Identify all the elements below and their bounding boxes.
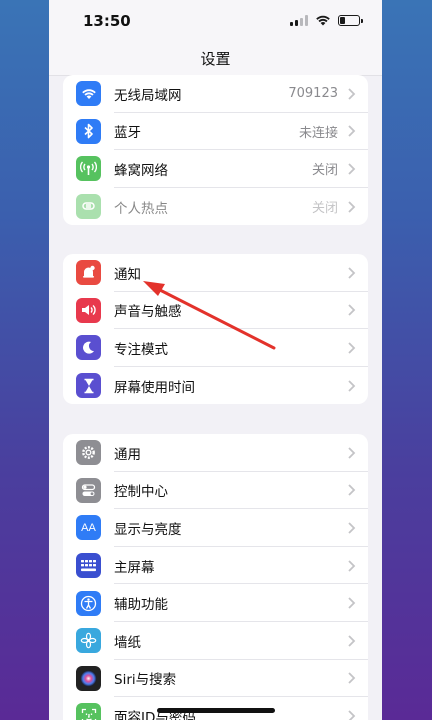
chevron-right-icon	[348, 304, 356, 317]
settings-row-label: 辅助功能	[114, 597, 168, 614]
settings-row-value: 709123	[288, 86, 338, 102]
cellular-icon	[76, 156, 101, 182]
settings-row-label: 屏幕使用时间	[114, 379, 195, 396]
settings-row-screen-time[interactable]: 屏幕使用时间	[63, 367, 368, 405]
wifi-status-icon	[316, 15, 330, 26]
flower-icon	[76, 628, 101, 654]
settings-row-label: 个人热点	[114, 200, 168, 217]
chevron-right-icon	[348, 559, 356, 572]
settings-row-label: 主屏幕	[114, 559, 155, 576]
status-time: 13:50	[83, 12, 131, 30]
speaker-icon	[76, 297, 101, 323]
chevron-right-icon	[348, 342, 356, 354]
settings-row-label: 无线局域网	[114, 87, 182, 104]
settings-row-value: 关闭	[311, 163, 338, 179]
settings-row-sounds[interactable]: 声音与触感	[63, 292, 368, 330]
settings-row-label: 显示与亮度	[114, 521, 182, 538]
chevron-right-icon	[348, 597, 356, 609]
settings-row-label: 蜂窝网络	[114, 162, 168, 179]
accessibility-icon	[76, 590, 101, 616]
chevron-right-icon	[348, 522, 356, 534]
chevron-right-icon	[348, 447, 356, 459]
settings-row-label: 墙纸	[114, 634, 141, 651]
settings-row-notifications[interactable]: 通知	[63, 254, 368, 292]
settings-row-siri[interactable]: Siri与搜索	[63, 660, 368, 698]
settings-row-home-screen[interactable]: 主屏幕	[63, 547, 368, 585]
home-indicator[interactable]	[157, 708, 275, 713]
settings-row-control-center[interactable]: 控制中心	[63, 472, 368, 510]
grid-icon	[76, 553, 101, 579]
settings-row-bluetooth[interactable]: 蓝牙 未连接	[63, 113, 368, 151]
faceid-icon	[76, 703, 101, 720]
status-icons	[290, 14, 363, 26]
chevron-right-icon	[348, 672, 356, 684]
settings-row-wallpaper[interactable]: 墙纸	[63, 622, 368, 660]
connectivity-group: 无线局域网 709123 蓝牙 未连接 蜂窝网络 关闭 个人热点 关闭	[63, 75, 368, 226]
chevron-right-icon	[348, 163, 356, 175]
status-bar: 13:50	[49, 0, 382, 44]
settings-row-accessibility[interactable]: 辅助功能	[63, 584, 368, 622]
moon-icon	[76, 335, 101, 361]
chevron-right-icon	[348, 88, 356, 100]
settings-row-hotspot[interactable]: 个人热点 关闭	[63, 188, 368, 226]
gear-icon	[76, 440, 101, 466]
chevron-right-icon	[348, 200, 356, 213]
chevron-right-icon	[348, 484, 356, 497]
settings-row-label: 专注模式	[114, 341, 168, 358]
settings-row-cellular[interactable]: 蜂窝网络 关闭	[63, 150, 368, 188]
settings-row-label: 通知	[114, 266, 141, 283]
settings-row-value: 关闭	[311, 201, 338, 217]
settings-row-value: 未连接	[298, 125, 338, 141]
settings-row-focus[interactable]: 专注模式	[63, 329, 368, 367]
settings-row-wifi[interactable]: 无线局域网 709123	[63, 75, 368, 113]
wifi-icon	[76, 81, 101, 107]
nav-bar: 设置	[49, 44, 382, 76]
chevron-right-icon	[348, 125, 356, 138]
settings-row-label: 蓝牙	[114, 125, 141, 142]
aa-icon: AA	[76, 515, 101, 541]
notification-icon	[76, 260, 101, 286]
settings-row-display[interactable]: AA 显示与亮度	[63, 509, 368, 547]
general-group: 通用 控制中心 AA 显示与亮度 主屏幕 辅助功能 墙纸 Siri与搜索 面容I…	[63, 434, 368, 720]
settings-row-general[interactable]: 通用	[63, 434, 368, 472]
chevron-right-icon	[348, 635, 356, 647]
settings-row-label: 通用	[114, 446, 141, 463]
battery-icon	[338, 14, 363, 26]
settings-screen: 13:50 设置 无线局域网 709123 蓝牙 未连接 蜂窝网络 关闭 个人热…	[49, 0, 382, 720]
hotspot-icon	[76, 194, 101, 220]
settings-row-label: 声音与触感	[114, 304, 182, 321]
chevron-right-icon	[348, 267, 356, 279]
cellular-signal-icon	[290, 14, 308, 26]
chevron-right-icon	[348, 710, 356, 720]
toggle-icon	[76, 477, 101, 503]
hourglass-icon	[76, 373, 101, 399]
chevron-right-icon	[348, 379, 356, 392]
siri-icon	[76, 665, 101, 691]
notifications-group: 通知 声音与触感 专注模式 屏幕使用时间	[63, 254, 368, 405]
settings-row-label: Siri与搜索	[114, 672, 177, 689]
bluetooth-icon	[76, 118, 101, 144]
page-title: 设置	[200, 50, 231, 68]
settings-row-label: 控制中心	[114, 484, 168, 501]
